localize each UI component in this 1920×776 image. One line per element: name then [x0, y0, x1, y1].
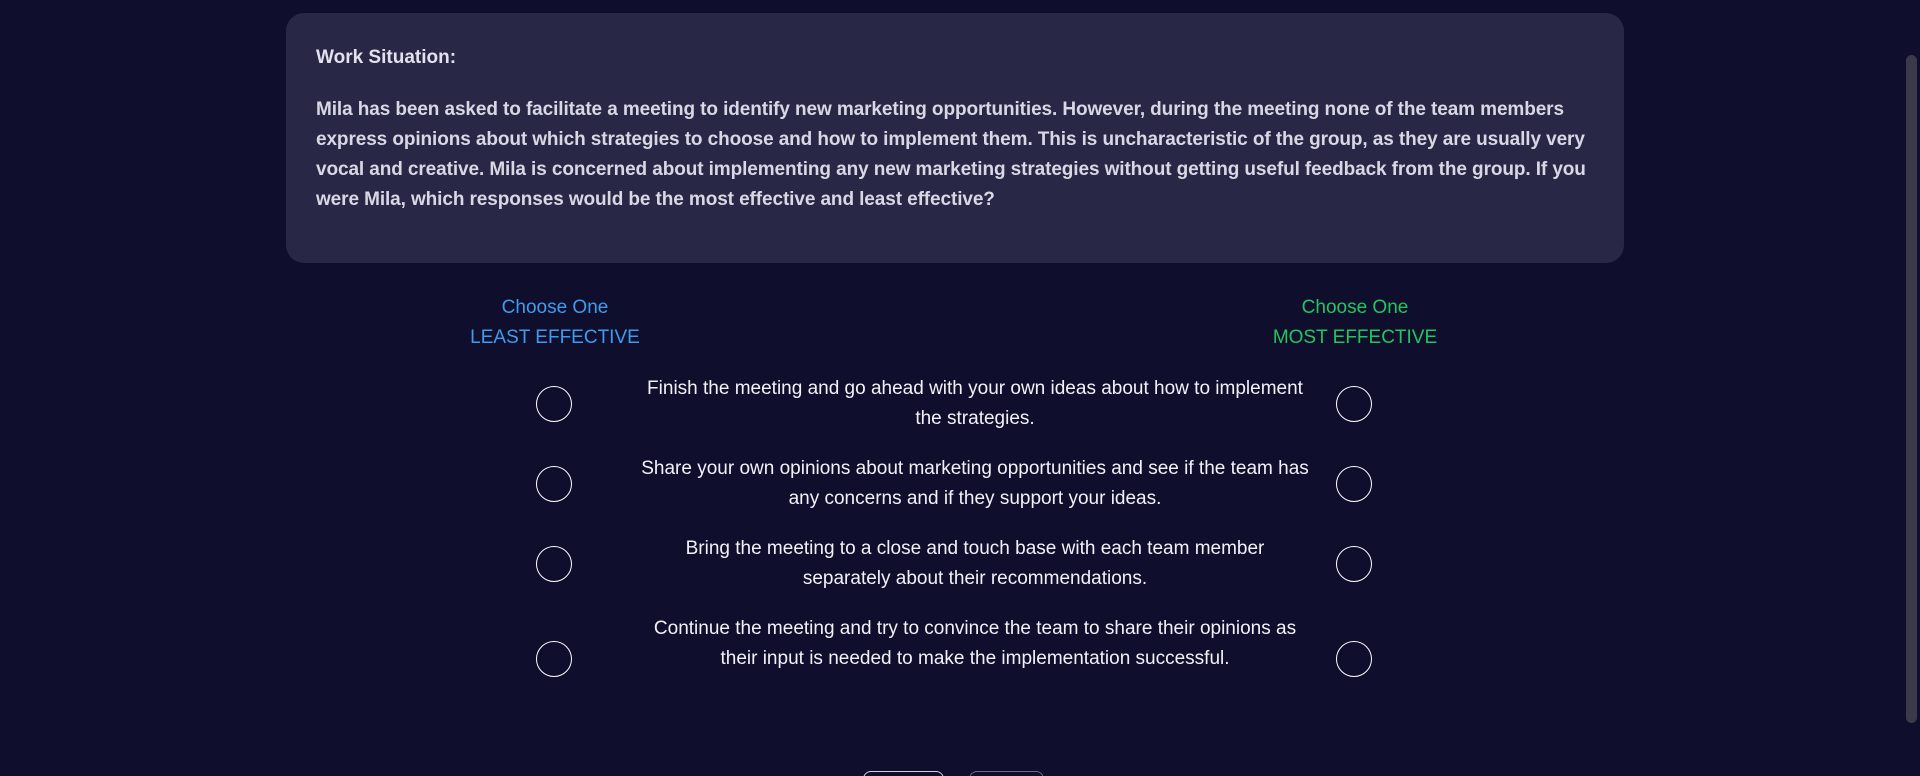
- most-effective-radio-2[interactable]: [1336, 466, 1372, 502]
- next-button[interactable]: [969, 771, 1044, 776]
- most-effective-header: Choose One MOST EFFECTIVE: [1235, 293, 1475, 353]
- option-text-1: Finish the meeting and go ahead with you…: [647, 378, 1303, 429]
- least-effective-label: LEAST EFFECTIVE: [470, 327, 640, 348]
- scrollbar-thumb[interactable]: [1906, 55, 1917, 723]
- most-effective-radio-1[interactable]: [1336, 386, 1372, 422]
- most-effective-label: MOST EFFECTIVE: [1272, 327, 1438, 348]
- work-situation-card: Work Situation: Mila has been asked to f…: [286, 13, 1624, 263]
- situation-title: Work Situation:: [316, 47, 457, 68]
- least-choose-one-label: Choose One: [501, 297, 609, 318]
- most-effective-radio-3[interactable]: [1336, 546, 1372, 582]
- option-row: Finish the meeting and go ahead with you…: [520, 374, 1400, 434]
- most-choose-one-label: Choose One: [1301, 297, 1409, 318]
- least-effective-header: Choose One LEAST EFFECTIVE: [435, 293, 675, 353]
- page-scrollbar[interactable]: [1903, 0, 1920, 776]
- assessment-page: Work Situation: Mila has been asked to f…: [0, 0, 1920, 776]
- least-effective-radio-1[interactable]: [536, 386, 572, 422]
- option-text-4: Continue the meeting and try to convince…: [653, 618, 1297, 669]
- option-row: Share your own opinions about marketing …: [520, 454, 1400, 514]
- option-text-2: Share your own opinions about marketing …: [641, 458, 1309, 509]
- most-effective-radio-4[interactable]: [1336, 641, 1372, 677]
- least-effective-radio-2[interactable]: [536, 466, 572, 502]
- back-button[interactable]: [863, 771, 944, 776]
- least-effective-radio-3[interactable]: [536, 546, 572, 582]
- option-text-3: Bring the meeting to a close and touch b…: [685, 538, 1265, 589]
- option-row: Bring the meeting to a close and touch b…: [520, 534, 1400, 594]
- situation-text: Mila has been asked to facilitate a meet…: [316, 99, 1586, 210]
- option-row: Continue the meeting and try to convince…: [520, 614, 1400, 704]
- least-effective-radio-4[interactable]: [536, 641, 572, 677]
